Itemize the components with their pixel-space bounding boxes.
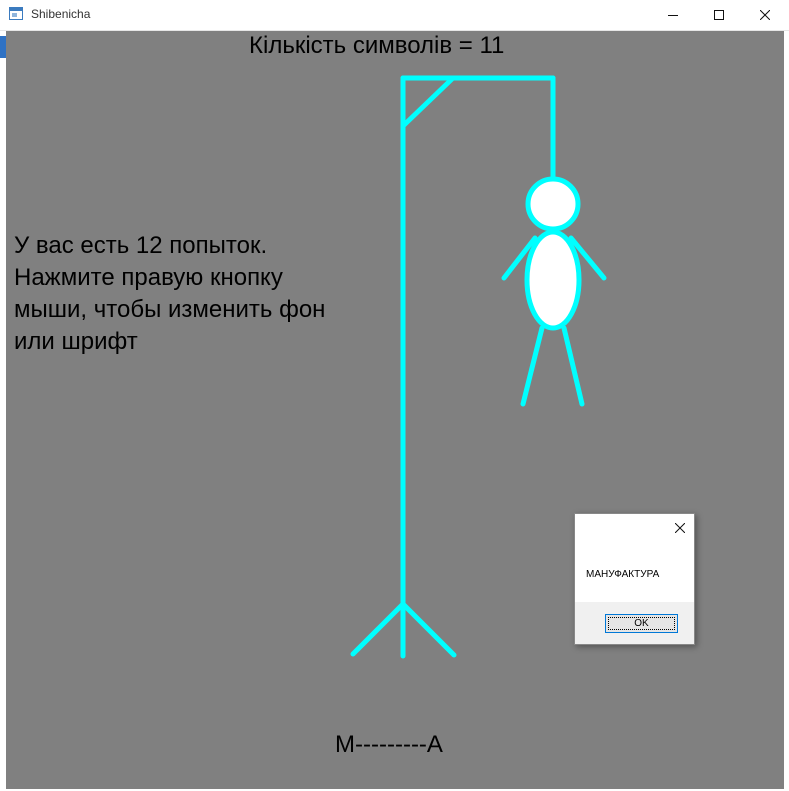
character-count: Кількість символів = 11 [249, 32, 505, 59]
ok-button[interactable]: OK [605, 614, 678, 633]
dialog-footer: OK [575, 602, 694, 644]
word-display: М---------А [335, 731, 443, 758]
instructions-line: Нажмите правую кнопку [14, 264, 283, 291]
instructions-line: или шрифт [14, 328, 138, 355]
minimize-icon [668, 14, 678, 16]
gallows-brace [400, 75, 456, 129]
gallows-base-left [350, 601, 406, 657]
instructions-line: У вас есть 12 попыток. [14, 232, 268, 259]
hangman-right-leg [561, 325, 585, 407]
message-dialog: МАНУФАКТУРА OK [574, 513, 695, 645]
dialog-close-button[interactable] [672, 520, 688, 536]
minimize-button[interactable] [650, 0, 696, 29]
close-button[interactable] [742, 0, 788, 29]
maximize-icon [714, 9, 724, 20]
app-window: Shibenicha Кількість символів = 11 У вас… [0, 0, 789, 791]
hangman-body [524, 229, 582, 331]
hangman-left-leg [520, 325, 545, 407]
instructions-text: У вас есть 12 попыток. Нажмите правую кн… [14, 230, 394, 358]
window-title: Shibenicha [31, 7, 91, 21]
close-icon [760, 9, 770, 20]
app-window-icon [9, 7, 23, 20]
title-bar[interactable]: Shibenicha [0, 0, 789, 31]
hangman-drawing [350, 75, 607, 659]
game-canvas[interactable] [6, 31, 784, 789]
hangman-head [525, 176, 581, 232]
dialog-close-icon [675, 523, 685, 533]
maximize-button[interactable] [696, 0, 742, 29]
gallows-base-right [400, 601, 457, 658]
dialog-message: МАНУФАКТУРА [586, 569, 660, 580]
instructions-line: мыши, чтобы изменить фон [14, 296, 326, 323]
